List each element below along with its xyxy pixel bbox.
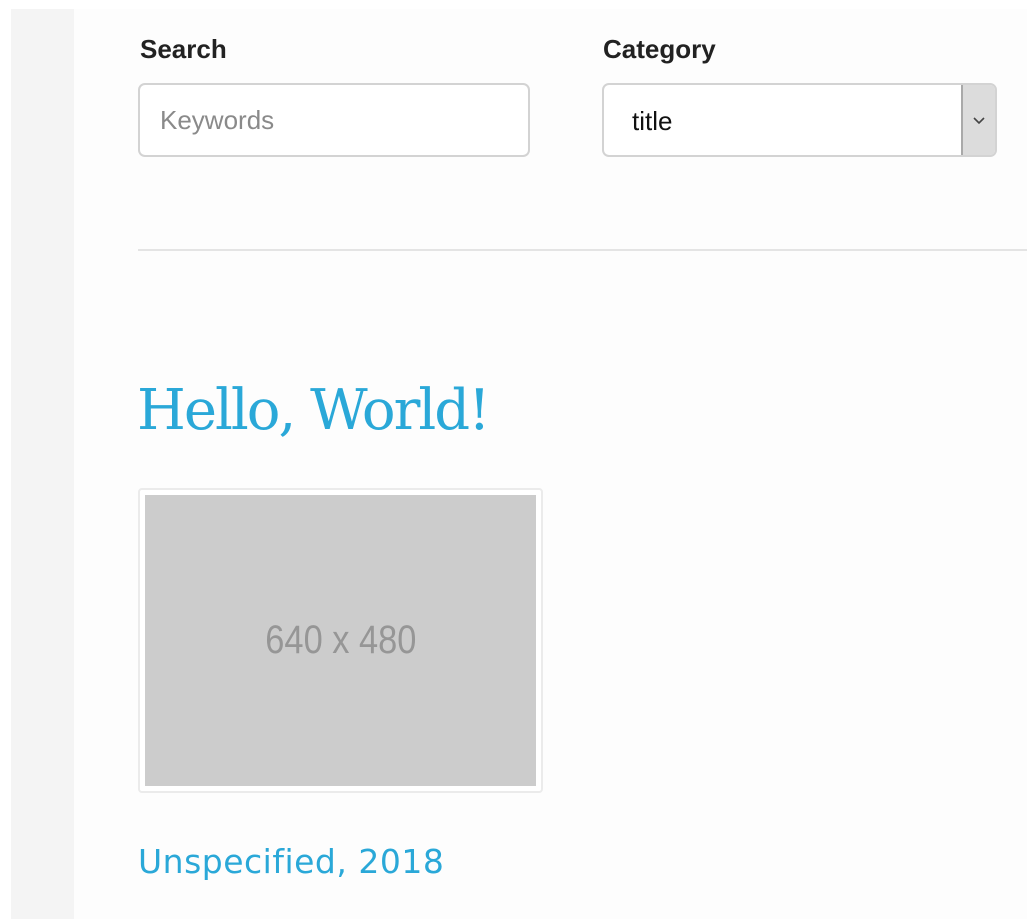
search-label: Search [140,34,227,64]
post-thumbnail[interactable]: 640 x 480 [138,488,543,793]
category-label: Category [603,34,716,64]
category-selected-value: title [632,106,673,136]
left-gutter [11,9,74,919]
post-meta-link[interactable]: Unspecified, 2018 [138,841,444,883]
divider [138,249,1027,251]
image-placeholder-text: 640 x 480 [264,618,417,662]
category-select[interactable]: title [602,83,997,157]
page: Search Category title Hello, World! 640 … [0,0,1027,919]
chevron-down-icon [973,117,985,125]
select-arrow-button[interactable] [961,85,995,155]
image-placeholder: 640 x 480 [145,495,536,786]
search-input[interactable] [138,83,530,157]
post-title-link[interactable]: Hello, World! [137,376,491,446]
